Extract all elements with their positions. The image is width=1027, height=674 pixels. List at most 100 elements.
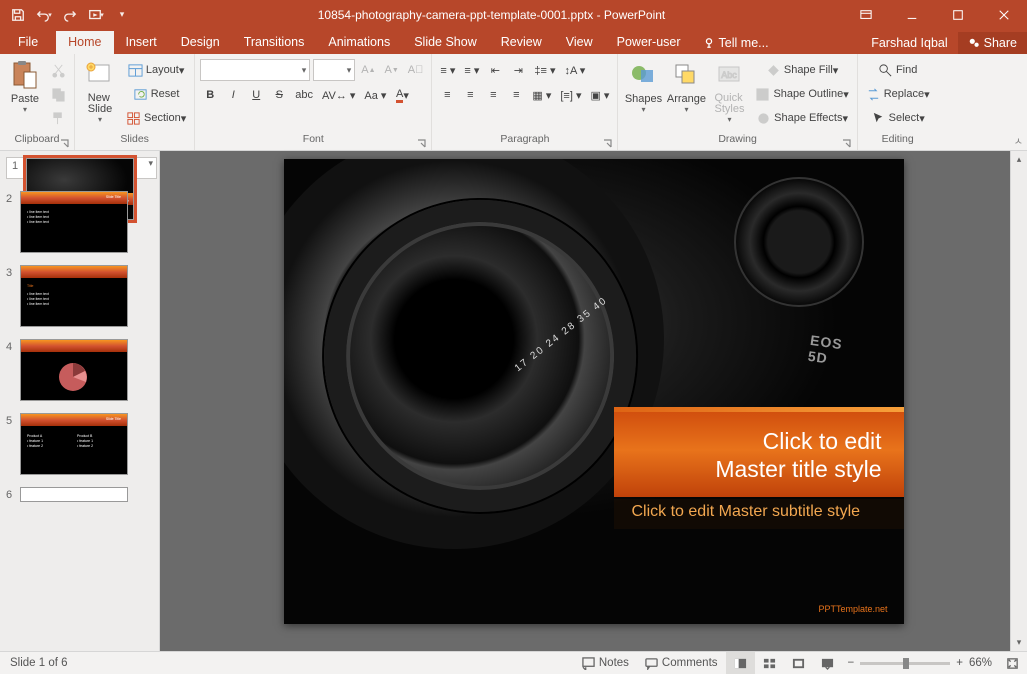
justify-icon: ≡ bbox=[506, 84, 526, 106]
align-center-icon: ≡ bbox=[460, 84, 480, 106]
decrease-font-icon: A▼ bbox=[382, 59, 402, 81]
tab-home[interactable]: Home bbox=[56, 31, 113, 54]
paste-button[interactable]: Paste▾ bbox=[5, 57, 45, 113]
svg-text:Abc: Abc bbox=[722, 70, 738, 80]
account-user[interactable]: Farshad Iqbal bbox=[861, 32, 957, 54]
shapes-button[interactable]: Shapes▾ bbox=[623, 57, 663, 113]
tab-review[interactable]: Review bbox=[489, 31, 554, 54]
current-slide[interactable]: 17 20 24 28 35 40 EOS 5D Click to edit M… bbox=[284, 159, 904, 624]
shape-effects-button: Shape Effects ▾ bbox=[752, 107, 851, 129]
tell-me[interactable]: Tell me... bbox=[693, 32, 779, 54]
reading-view-icon[interactable] bbox=[784, 652, 813, 674]
normal-view-icon[interactable] bbox=[726, 652, 755, 674]
close-icon[interactable] bbox=[981, 0, 1027, 29]
smartart-icon: ▣ ▾ bbox=[587, 84, 612, 106]
font-family-select[interactable] bbox=[200, 59, 310, 81]
tab-transitions[interactable]: Transitions bbox=[232, 31, 317, 54]
reset-button[interactable]: Reset bbox=[123, 83, 189, 105]
thumbnail-3[interactable]: 3Title• line item text• line item text• … bbox=[6, 265, 157, 327]
dialog-launcher-icon[interactable] bbox=[602, 139, 612, 149]
slide-editor[interactable]: 17 20 24 28 35 40 EOS 5D Click to edit M… bbox=[160, 151, 1027, 651]
zoom-out-icon[interactable]: − bbox=[848, 657, 855, 669]
vertical-scrollbar[interactable]: ▴▾ bbox=[1010, 151, 1027, 651]
tab-insert[interactable]: Insert bbox=[114, 31, 169, 54]
share-button[interactable]: Share bbox=[958, 32, 1027, 54]
cut-icon bbox=[48, 59, 69, 81]
shape-fill-button: Shape Fill ▾ bbox=[752, 59, 851, 81]
thumbnail-4[interactable]: 4 bbox=[6, 339, 157, 401]
ribbon: Paste▾ Clipboard New Slide▾ Layout ▾ Res… bbox=[0, 54, 1027, 151]
underline-icon: U bbox=[246, 84, 266, 106]
arrange-button[interactable]: Arrange▾ bbox=[666, 57, 706, 113]
start-from-beginning-icon[interactable]: ▾ bbox=[84, 3, 108, 27]
status-bar: Slide 1 of 6 Notes Comments − + 66% bbox=[0, 651, 1027, 674]
minimize-icon[interactable] bbox=[889, 0, 935, 29]
window-controls bbox=[843, 0, 1027, 29]
undo-icon[interactable]: ▾ bbox=[32, 3, 56, 27]
title-placeholder[interactable]: Click to edit Master title style bbox=[715, 412, 881, 497]
redo-icon[interactable] bbox=[58, 3, 82, 27]
clear-formatting-icon: A⃥ bbox=[405, 59, 427, 81]
ribbon-tabs: File Home Insert Design Transitions Anim… bbox=[0, 29, 1027, 54]
new-slide-label: New Slide bbox=[88, 93, 112, 115]
ribbon-display-icon[interactable] bbox=[843, 0, 889, 29]
group-paragraph: ≡ ▾ ≡ ▾ ⇤ ⇥ ‡≡ ▾ ↕A ▾ ≡ ≡ ≡ ≡ ▦ ▾ [≡] ▾ … bbox=[432, 54, 618, 150]
tab-view[interactable]: View bbox=[554, 31, 605, 54]
camera-model-label: EOS 5D bbox=[807, 332, 844, 368]
qat-customize-icon[interactable]: ▾ bbox=[110, 3, 134, 27]
group-drawing: Shapes▾ Arrange▾ AbcQuick Styles▾ Shape … bbox=[618, 54, 857, 150]
subtitle-placeholder[interactable]: Click to edit Master subtitle style bbox=[632, 503, 861, 521]
zoom-percent[interactable]: 66% bbox=[969, 657, 992, 669]
tab-animations[interactable]: Animations bbox=[316, 31, 402, 54]
fit-to-window-icon[interactable] bbox=[998, 652, 1027, 674]
maximize-icon[interactable] bbox=[935, 0, 981, 29]
section-button[interactable]: Section ▾ bbox=[123, 107, 189, 129]
shadow-icon: abc bbox=[292, 84, 316, 106]
save-icon[interactable] bbox=[6, 3, 30, 27]
font-size-select[interactable] bbox=[313, 59, 355, 81]
slideshow-view-icon[interactable] bbox=[813, 652, 842, 674]
layout-button[interactable]: Layout ▾ bbox=[123, 59, 189, 81]
quick-access-toolbar: ▾ ▾ ▾ bbox=[0, 3, 140, 27]
zoom-slider[interactable] bbox=[860, 662, 950, 665]
font-color-icon: A ▾ bbox=[392, 84, 412, 106]
shape-outline-button: Shape Outline ▾ bbox=[752, 83, 851, 105]
collapse-ribbon-icon[interactable]: ㅅ bbox=[1014, 133, 1023, 148]
italic-icon: I bbox=[223, 84, 243, 106]
slide-sorter-view-icon[interactable] bbox=[755, 652, 784, 674]
tab-design[interactable]: Design bbox=[169, 31, 232, 54]
find-button[interactable]: Find bbox=[863, 59, 933, 81]
group-font: A▲ A▼ A⃥ B I U S abc AV↔ ▾ Aa ▾ A ▾ Font bbox=[195, 54, 432, 150]
thumbnail-5[interactable]: 5Slide TitleProduct A• feature 1• featur… bbox=[6, 413, 157, 475]
workspace: 1Click to editMaster title style 2Slide … bbox=[0, 151, 1027, 651]
align-left-icon: ≡ bbox=[437, 84, 457, 106]
replace-button[interactable]: Replace ▾ bbox=[863, 83, 933, 105]
select-button[interactable]: Select ▾ bbox=[863, 107, 933, 129]
thumbnail-1[interactable]: 1Click to editMaster title style bbox=[6, 157, 157, 179]
group-label: Drawing bbox=[718, 133, 757, 145]
group-slides: New Slide▾ Layout ▾ Reset Section ▾ Slid… bbox=[75, 54, 195, 150]
notes-button[interactable]: Notes bbox=[574, 652, 637, 674]
tab-file[interactable]: File bbox=[0, 31, 56, 54]
thumbnail-6[interactable]: 6 bbox=[6, 487, 157, 502]
tab-slideshow[interactable]: Slide Show bbox=[402, 31, 489, 54]
columns-icon: ▦ ▾ bbox=[529, 84, 554, 106]
thumbnail-2[interactable]: 2Slide Title• line item text• line item … bbox=[6, 191, 157, 253]
comments-button[interactable]: Comments bbox=[637, 652, 726, 674]
strikethrough-icon: S bbox=[269, 84, 289, 106]
slide-thumbnail-pane[interactable]: 1Click to editMaster title style 2Slide … bbox=[0, 151, 160, 651]
char-spacing-icon: AV↔ ▾ bbox=[319, 84, 358, 106]
tab-poweruser[interactable]: Power-user bbox=[605, 31, 693, 54]
dialog-launcher-icon[interactable] bbox=[842, 139, 852, 149]
dialog-launcher-icon[interactable] bbox=[59, 139, 69, 149]
zoom-in-icon[interactable]: + bbox=[956, 657, 963, 669]
copy-icon bbox=[48, 83, 69, 105]
increase-indent-icon: ⇥ bbox=[508, 59, 528, 81]
new-slide-button[interactable]: New Slide▾ bbox=[80, 57, 120, 123]
window-title: 10854-photography-camera-ppt-template-00… bbox=[140, 8, 843, 22]
slide-counter[interactable]: Slide 1 of 6 bbox=[0, 657, 78, 669]
dialog-launcher-icon[interactable] bbox=[416, 139, 426, 149]
quick-styles-button: AbcQuick Styles▾ bbox=[709, 57, 749, 123]
group-label: Paragraph bbox=[500, 133, 549, 145]
increase-font-icon: A▲ bbox=[358, 59, 378, 81]
